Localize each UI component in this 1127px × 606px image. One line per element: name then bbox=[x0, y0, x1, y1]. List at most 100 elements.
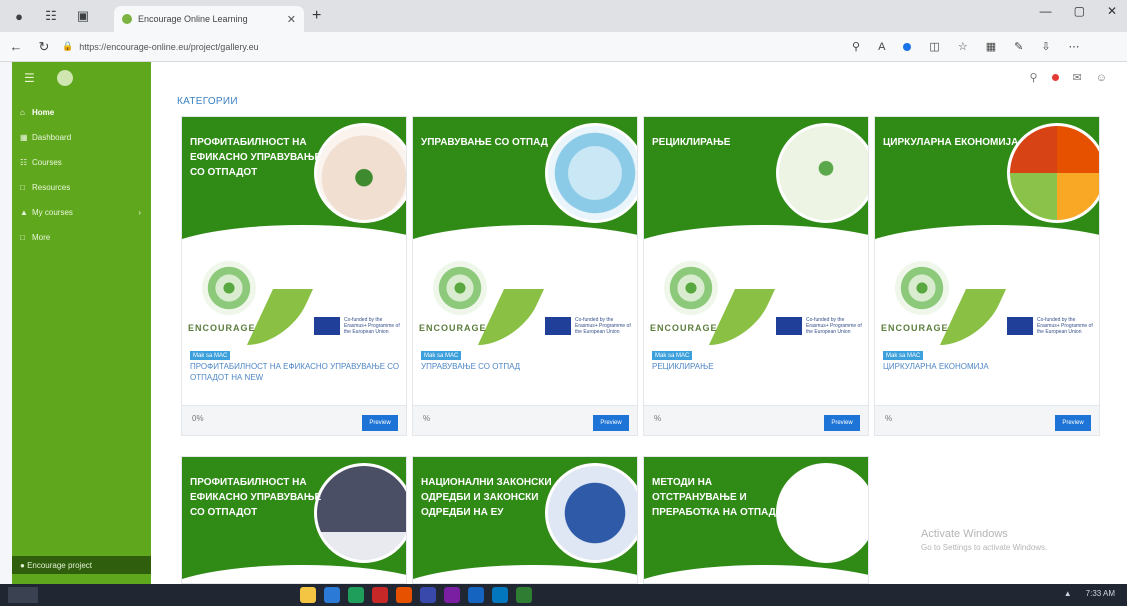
sidebar-item-label: Dashboard bbox=[32, 133, 72, 142]
sidebar-footer-label: Encourage project bbox=[27, 560, 92, 570]
lock-icon: 🔒 bbox=[62, 41, 74, 51]
course-title-link[interactable]: ЦИРКУЛАРНА ЕКОНОМИЈА bbox=[883, 361, 1093, 372]
sidebar-item-more[interactable]: □ More bbox=[12, 225, 151, 250]
sidebar-item-dashboard[interactable]: ▦ Dashboard bbox=[12, 125, 151, 150]
edge-icon[interactable] bbox=[324, 587, 340, 603]
profile-icon[interactable]: ● bbox=[6, 5, 32, 27]
workspaces-icon[interactable]: ☷ bbox=[38, 5, 64, 27]
preview-button[interactable]: Preview bbox=[1055, 415, 1091, 431]
preview-button[interactable]: Preview bbox=[593, 415, 629, 431]
notification-icon[interactable] bbox=[1051, 74, 1059, 81]
hamburger-icon[interactable]: ☰ bbox=[24, 71, 35, 85]
downloads-icon[interactable]: ⇩ bbox=[1041, 40, 1050, 53]
refresh-icon[interactable]: ↻ bbox=[32, 39, 56, 55]
card-logos: ENCOURAGE Co-funded by the Erasmus+ Prog… bbox=[875, 249, 1099, 347]
encourage-wordmark: ENCOURAGE bbox=[419, 323, 487, 333]
excel-icon[interactable] bbox=[516, 587, 532, 603]
extension-icon[interactable] bbox=[903, 42, 912, 51]
banner-title: МЕТОДИ НА ОТСТРАНУВАЊЕ И ПРЕРАБОТКА НА О… bbox=[652, 477, 790, 518]
banner-curve bbox=[644, 565, 868, 583]
banner-title: НАЦИОНАЛНИ ЗАКОНСКИ ОДРЕДБИ И ЗАКОНСКИ О… bbox=[421, 477, 552, 518]
favorites-icon[interactable]: ☆ bbox=[958, 40, 968, 53]
extensions-icon[interactable]: ✎ bbox=[1014, 40, 1023, 53]
course-banner: ПРОФИТАБИЛНОСТ НА ЕФИКАСНО УПРАВУВАЊЕ СО… bbox=[182, 117, 406, 249]
sidebar-item-label: Home bbox=[32, 108, 55, 117]
sidebar-footer[interactable]: ● Encourage project bbox=[12, 556, 151, 574]
sidebar-item-my-courses[interactable]: ▲ My courses › bbox=[12, 200, 151, 225]
network-icon[interactable]: ▲ bbox=[1064, 589, 1072, 598]
powerpoint-icon[interactable] bbox=[396, 587, 412, 603]
search-icon[interactable]: ⚲ bbox=[1029, 71, 1037, 84]
sidebar-item-home[interactable]: ⌂ Home bbox=[12, 100, 151, 125]
course-card[interactable]: ПРОФИТАБИЛНОСТ НА ЕФИКАСНО УПРАВУВАЊЕ СО… bbox=[181, 116, 407, 436]
mail-icon[interactable] bbox=[468, 587, 484, 603]
preview-button[interactable]: Preview bbox=[824, 415, 860, 431]
sidebar-menu: ⌂ Home ▦ Dashboard ☷ Courses □ Resources… bbox=[12, 94, 151, 250]
collections-icon[interactable]: ▦ bbox=[986, 40, 996, 53]
office-icon[interactable] bbox=[372, 587, 388, 603]
eu-funding-text: Co-funded by the Erasmus+ Programme of t… bbox=[1037, 317, 1093, 335]
maximize-icon[interactable]: ▢ bbox=[1074, 4, 1085, 18]
split-screen-icon[interactable]: ◫ bbox=[929, 40, 939, 53]
messages-icon[interactable]: ✉ bbox=[1073, 71, 1082, 84]
course-card[interactable]: РЕЦИКЛИРАЊЕ ENCOURAGE Co-funded by the E… bbox=[643, 116, 869, 436]
category-badge: Mak sa MAC bbox=[421, 351, 462, 360]
course-card[interactable]: ПРОФИТАБИЛНОСТ НА ЕФИКАСНО УПРАВУВАЊЕ СО… bbox=[181, 456, 407, 584]
decorative-swoosh bbox=[246, 289, 314, 345]
address-bar: ← ↻ 🔒 https://encourage-online.eu/projec… bbox=[0, 32, 1127, 62]
browser-tab[interactable]: Encourage Online Learning ✕ bbox=[114, 6, 304, 32]
watermark-line2: Go to Settings to activate Windows. bbox=[921, 543, 1048, 552]
web-app: ☰ ⌂ Home ▦ Dashboard ☷ Courses □ Resourc… bbox=[0, 62, 1127, 584]
encourage-wordmark: ENCOURAGE bbox=[188, 323, 256, 333]
course-card[interactable]: ЦИРКУЛАРНА ЕКОНОМИЈА ENCOURAGE Co-funded… bbox=[874, 116, 1100, 436]
card-logos: ENCOURAGE Co-funded by the Erasmus+ Prog… bbox=[644, 249, 868, 347]
clock[interactable]: 7:33 AM bbox=[1086, 589, 1115, 598]
preview-button[interactable]: Preview bbox=[362, 415, 398, 431]
dashboard-icon: ▦ bbox=[20, 133, 28, 142]
eu-funding-text: Co-funded by the Erasmus+ Programme of t… bbox=[344, 317, 400, 335]
close-window-icon[interactable]: ✕ bbox=[1107, 4, 1117, 18]
progress-text: % bbox=[885, 414, 893, 423]
taskbar-search[interactable] bbox=[8, 587, 38, 603]
tab-actions-icon[interactable]: ▣ bbox=[70, 5, 96, 27]
course-banner: НАЦИОНАЛНИ ЗАКОНСКИ ОДРЕДБИ И ЗАКОНСКИ О… bbox=[413, 457, 637, 583]
tab-bar: ● ☷ ▣ Encourage Online Learning ✕ + — ▢ … bbox=[0, 0, 1127, 32]
close-tab-icon[interactable]: ✕ bbox=[287, 13, 296, 26]
banner-curve bbox=[875, 225, 1099, 249]
user-menu-icon[interactable]: ☺ bbox=[1096, 72, 1107, 84]
teams-icon[interactable] bbox=[444, 587, 460, 603]
minimize-icon[interactable]: — bbox=[1040, 4, 1052, 18]
encourage-logo bbox=[664, 261, 718, 315]
course-card[interactable]: МЕТОДИ НА ОТСТРАНУВАЊЕ И ПРЕРАБОТКА НА О… bbox=[643, 456, 869, 584]
course-card[interactable]: УПРАВУВАЊЕ СО ОТПАД ENCOURAGE Co-funded … bbox=[412, 116, 638, 436]
progress-text: % bbox=[423, 414, 431, 423]
zoom-icon[interactable]: ⚲ bbox=[852, 40, 860, 53]
course-title-link[interactable]: ПРОФИТАБИЛНОСТ НА ЕФИКАСНО УПРАВУВАЊЕ СО… bbox=[190, 361, 400, 383]
store-icon[interactable] bbox=[348, 587, 364, 603]
sidebar-item-courses[interactable]: ☷ Courses bbox=[12, 150, 151, 175]
word-icon[interactable] bbox=[420, 587, 436, 603]
photos-icon[interactable] bbox=[492, 587, 508, 603]
banner-curve bbox=[644, 225, 868, 249]
new-tab-icon[interactable]: + bbox=[312, 7, 321, 25]
card-footer: 0% Preview bbox=[182, 405, 406, 435]
header-actions: ⚲ ✉ ☺ bbox=[1029, 71, 1107, 85]
course-title-link[interactable]: РЕЦИКЛИРАЊЕ bbox=[652, 361, 862, 372]
course-card[interactable]: НАЦИОНАЛНИ ЗАКОНСКИ ОДРЕДБИ И ЗАКОНСКИ О… bbox=[412, 456, 638, 584]
progress-text: % bbox=[654, 414, 662, 423]
card-logos: ENCOURAGE Co-funded by the Erasmus+ Prog… bbox=[413, 249, 637, 347]
url-field[interactable]: 🔒 https://encourage-online.eu/project/ga… bbox=[62, 36, 852, 58]
site-logo[interactable] bbox=[56, 70, 73, 86]
back-icon[interactable]: ← bbox=[4, 39, 28, 54]
eu-funding-text: Co-funded by the Erasmus+ Programme of t… bbox=[575, 317, 631, 335]
menu-icon[interactable]: ⋯ bbox=[1069, 40, 1080, 53]
course-title-link[interactable]: УПРАВУВАЊЕ СО ОТПАД bbox=[421, 361, 631, 372]
file-explorer-icon[interactable] bbox=[300, 587, 316, 603]
read-aloud-icon[interactable]: A bbox=[878, 41, 885, 53]
card-footer: % Preview bbox=[644, 405, 868, 435]
category-badge: Mak sa MAC bbox=[883, 351, 924, 360]
sidebar-item-label: More bbox=[32, 233, 51, 242]
sidebar-item-resources[interactable]: □ Resources bbox=[12, 175, 151, 200]
eu-flag-icon bbox=[1007, 317, 1033, 335]
taskbar-apps bbox=[300, 587, 532, 603]
